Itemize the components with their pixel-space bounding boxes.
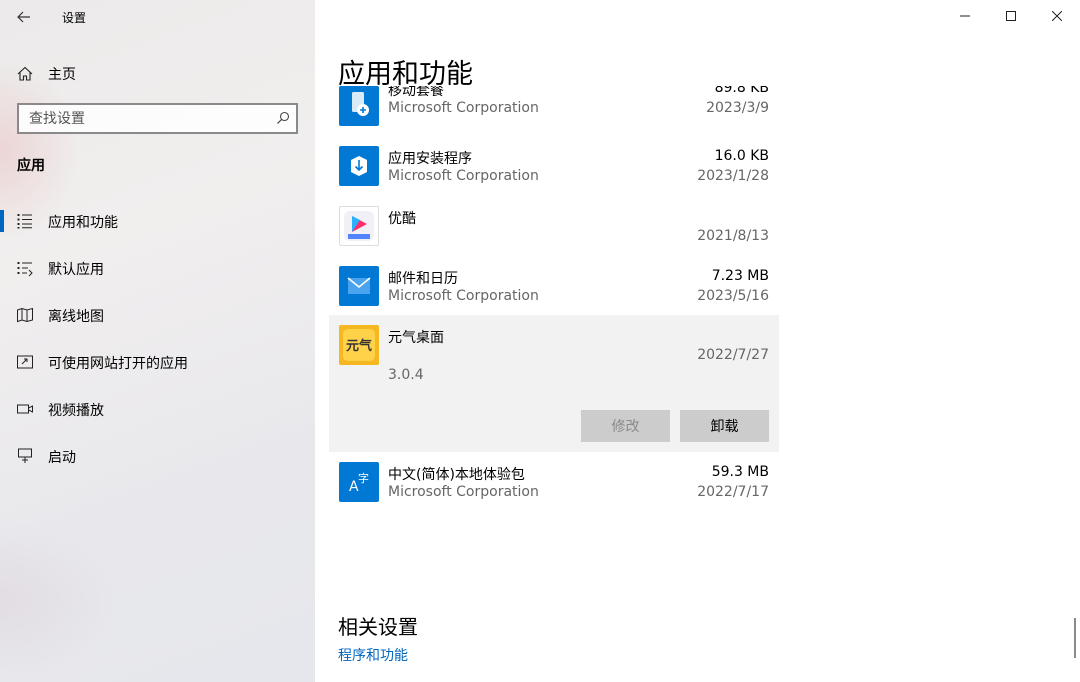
- search-box[interactable]: [17, 103, 298, 134]
- scrollbar[interactable]: [1074, 618, 1076, 658]
- search-input[interactable]: [19, 105, 269, 132]
- sidebar-item-label: 可使用网站打开的应用: [48, 356, 188, 372]
- sidebar-nav: 应用和功能 默认应用 离线地图 可使用网站打开的应用 视频播放 启动: [0, 198, 315, 480]
- sidebar: 设置 主页 应用 应用和功能: [0, 0, 315, 682]
- back-button[interactable]: [10, 4, 38, 30]
- sidebar-item-offline-maps[interactable]: 离线地图: [0, 292, 315, 339]
- sidebar-item-label: 应用和功能: [48, 215, 118, 231]
- sidebar-item-label: 启动: [48, 450, 76, 466]
- apps-for-websites-icon: [17, 355, 33, 369]
- sidebar-item-label: 视频播放: [48, 403, 104, 419]
- sidebar-item-home[interactable]: 主页: [0, 58, 315, 88]
- window-controls: [942, 0, 1080, 32]
- list-item[interactable]: 邮件和日历 7.23 MB Microsoft Corporation 2023…: [329, 258, 779, 318]
- app-list: 移动套餐 89.8 KB Microsoft Corporation 2023/…: [329, 86, 779, 516]
- main-content: 应用和功能 移动套餐 89.8 KB Microsoft Corporation…: [315, 0, 1080, 682]
- sidebar-item-apps-for-websites[interactable]: 可使用网站打开的应用: [0, 339, 315, 386]
- app-date: 2022/7/27: [697, 347, 769, 363]
- section-heading-apps: 应用: [17, 158, 45, 174]
- minimize-button[interactable]: [942, 0, 988, 32]
- app-name: 应用安装程序: [388, 151, 472, 167]
- titlebar-left: 设置: [0, 0, 315, 34]
- list-item[interactable]: A 字 中文(简体)本地体验包 59.3 MB Microsoft Corpor…: [329, 454, 779, 514]
- search-icon[interactable]: [276, 111, 290, 125]
- sidebar-home-label: 主页: [48, 67, 76, 83]
- window-title: 设置: [62, 11, 87, 25]
- app-publisher: Microsoft Corporation: [388, 168, 539, 184]
- close-icon: [1052, 11, 1062, 21]
- app-size: 7.23 MB: [711, 268, 769, 284]
- default-apps-icon: [17, 262, 33, 277]
- yuanqi-desktop-icon: 元气: [339, 325, 379, 365]
- app-publisher: Microsoft Corporation: [388, 288, 539, 304]
- video-playback-icon: [17, 404, 33, 414]
- close-button[interactable]: [1034, 0, 1080, 32]
- app-name: 元气桌面: [388, 330, 444, 346]
- language-pack-icon: A 字: [339, 462, 379, 502]
- related-settings-heading: 相关设置: [338, 615, 418, 639]
- list-item[interactable]: 移动套餐 89.8 KB Microsoft Corporation 2023/…: [329, 86, 779, 138]
- offline-maps-icon: [17, 307, 33, 323]
- app-size: 89.8 KB: [714, 86, 769, 96]
- app-name: 邮件和日历: [388, 271, 458, 287]
- svg-text:元气: 元气: [346, 338, 372, 354]
- list-item[interactable]: 应用安装程序 16.0 KB Microsoft Corporation 202…: [329, 138, 779, 198]
- mail-calendar-icon: [339, 266, 379, 306]
- mobile-plans-icon: [339, 86, 379, 126]
- apps-features-icon: [17, 214, 32, 229]
- modify-button[interactable]: 修改: [581, 410, 670, 442]
- app-date: 2023/3/9: [706, 100, 769, 116]
- sidebar-item-apps-features[interactable]: 应用和功能: [0, 198, 315, 245]
- startup-icon: [18, 448, 32, 463]
- youku-icon: [339, 206, 379, 246]
- active-indicator: [0, 210, 4, 232]
- list-item[interactable]: 优酷 2021/8/13: [329, 198, 779, 258]
- app-date: 2022/7/17: [697, 484, 769, 500]
- back-arrow-icon: [17, 11, 30, 23]
- app-publisher: Microsoft Corporation: [388, 100, 539, 116]
- app-name: 优酷: [388, 211, 416, 227]
- app-date: 2023/1/28: [697, 168, 769, 184]
- sidebar-item-video-playback[interactable]: 视频播放: [0, 386, 315, 433]
- sidebar-item-label: 默认应用: [48, 262, 104, 278]
- sidebar-item-label: 离线地图: [48, 309, 104, 325]
- svg-text:字: 字: [358, 471, 369, 485]
- app-installer-icon: [339, 146, 379, 186]
- sidebar-item-startup[interactable]: 启动: [0, 433, 315, 480]
- app-size: 59.3 MB: [711, 464, 769, 480]
- app-date: 2023/5/16: [697, 288, 769, 304]
- app-size: 16.0 KB: [714, 148, 769, 164]
- sidebar-item-default-apps[interactable]: 默认应用: [0, 245, 315, 292]
- app-name: 移动套餐: [388, 86, 444, 99]
- home-icon: [17, 66, 33, 81]
- app-version: 3.0.4: [388, 367, 424, 383]
- app-publisher: Microsoft Corporation: [388, 484, 539, 500]
- app-date: 2021/8/13: [697, 228, 769, 244]
- uninstall-button[interactable]: 卸载: [680, 410, 769, 442]
- maximize-icon: [1006, 11, 1016, 21]
- maximize-button[interactable]: [988, 0, 1034, 32]
- programs-features-link[interactable]: 程序和功能: [338, 645, 408, 665]
- list-item-selected[interactable]: 元气 元气桌面 2022/7/27 3.0.4 修改 卸载: [329, 315, 779, 452]
- minimize-icon: [960, 15, 970, 17]
- app-name: 中文(简体)本地体验包: [388, 467, 525, 483]
